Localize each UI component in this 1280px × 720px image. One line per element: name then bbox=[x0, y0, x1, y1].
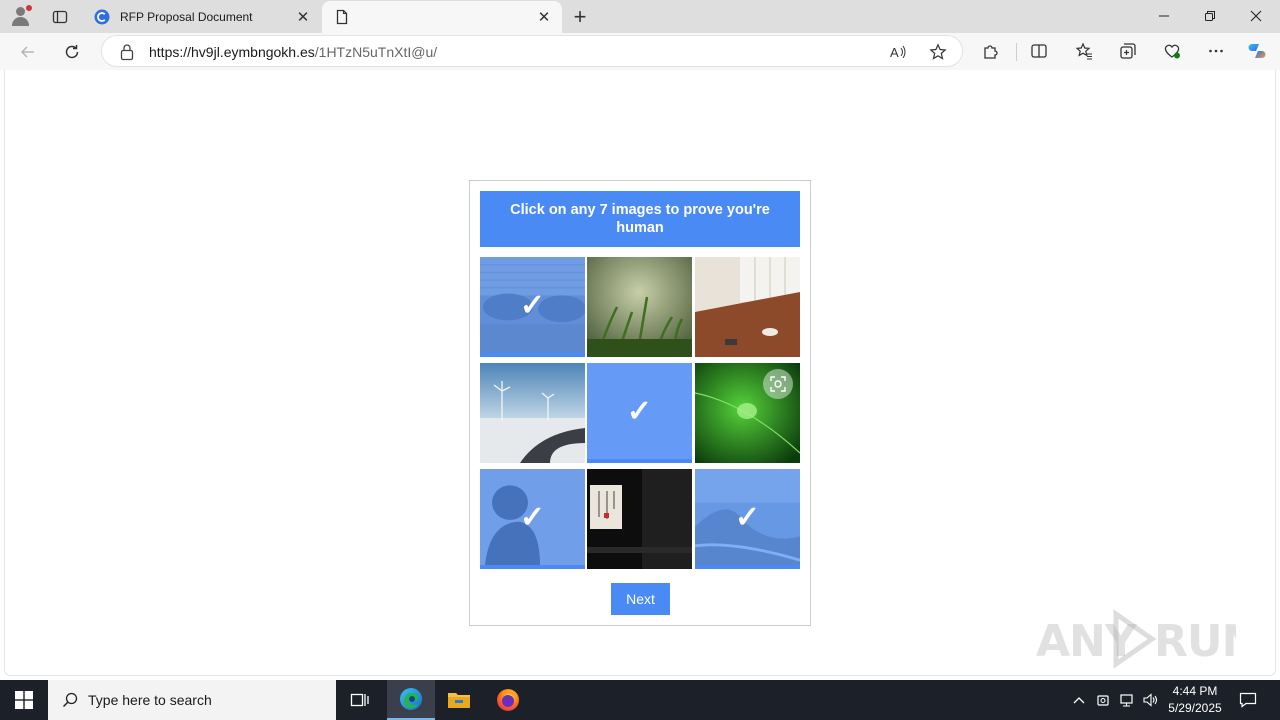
captcha-widget: Click on any 7 images to prove you're hu… bbox=[469, 180, 811, 626]
new-tab-icon[interactable]: + bbox=[568, 4, 592, 29]
tab-actions-icon[interactable] bbox=[47, 6, 73, 28]
next-button[interactable]: Next bbox=[611, 583, 670, 615]
favorites-icon[interactable] bbox=[1072, 39, 1096, 63]
captcha-tile-wind-turbines-road[interactable] bbox=[480, 363, 585, 463]
page-icon bbox=[336, 9, 348, 25]
url-path: /1HTzN5uTnXtI@u/ bbox=[314, 44, 438, 60]
task-view-icon[interactable] bbox=[336, 680, 384, 720]
tab-rfp-proposal[interactable]: RFP Proposal Document ✕ bbox=[84, 1, 321, 33]
close-window-icon[interactable] bbox=[1233, 0, 1279, 32]
more-options-icon[interactable] bbox=[1204, 39, 1228, 63]
close-tab-icon[interactable]: ✕ bbox=[291, 5, 315, 29]
captcha-tile-blank[interactable]: ✓ bbox=[587, 363, 692, 463]
svg-text:RUN: RUN bbox=[1154, 616, 1236, 667]
lock-icon[interactable] bbox=[119, 43, 135, 61]
windows-start-icon[interactable] bbox=[0, 680, 48, 720]
navigation-bar: https://hv9jl.eymbngokh.es/1HTzN5uTnXtI@… bbox=[0, 33, 1280, 70]
captcha-image-grid: ✓ ✓ ✓ ✓ bbox=[480, 257, 801, 573]
favorite-star-icon[interactable] bbox=[928, 42, 948, 62]
check-mark-icon: ✓ bbox=[695, 469, 800, 565]
taskbar-clock[interactable]: 4:44 PM 5/29/2025 bbox=[1160, 683, 1230, 717]
captcha-tile-vintage-cars[interactable]: ✓ bbox=[480, 257, 585, 357]
firefox-icon[interactable] bbox=[484, 680, 532, 720]
copilot-favicon-icon bbox=[94, 9, 110, 25]
check-mark-icon: ✓ bbox=[587, 363, 692, 459]
volume-icon[interactable] bbox=[1140, 680, 1162, 720]
captcha-tile-cafe-table[interactable] bbox=[695, 257, 800, 357]
clock-date: 5/29/2025 bbox=[1168, 701, 1222, 715]
tab-title: RFP Proposal Document bbox=[120, 10, 253, 24]
search-placeholder: Type here to search bbox=[88, 692, 212, 708]
url-text[interactable]: https://hv9jl.eymbngokh.es/1HTzN5uTnXtI@… bbox=[149, 44, 437, 60]
captcha-tile-grass[interactable] bbox=[587, 257, 692, 357]
browser-essentials-icon[interactable] bbox=[1160, 39, 1184, 63]
split-screen-icon[interactable] bbox=[1027, 39, 1051, 63]
title-bar: RFP Proposal Document ✕ ✕ + bbox=[0, 0, 1280, 33]
restore-icon[interactable] bbox=[1187, 0, 1233, 32]
check-mark-icon: ✓ bbox=[480, 469, 585, 565]
minimize-icon[interactable] bbox=[1141, 0, 1187, 32]
close-tab-icon[interactable]: ✕ bbox=[532, 5, 556, 29]
taskbar: Type here to search 4:44 PM 5/29/2025 bbox=[0, 680, 1280, 720]
svg-text:A: A bbox=[890, 45, 899, 60]
captcha-instruction: Click on any 7 images to prove you're hu… bbox=[480, 191, 800, 247]
profile-avatar-icon[interactable] bbox=[9, 5, 33, 27]
refresh-icon[interactable] bbox=[57, 37, 87, 67]
copilot-icon[interactable] bbox=[1245, 39, 1269, 63]
back-arrow-icon[interactable] bbox=[13, 37, 43, 67]
captcha-tile-lantern-dark[interactable] bbox=[587, 469, 692, 569]
meet-now-icon[interactable] bbox=[1092, 680, 1114, 720]
address-bar[interactable]: https://hv9jl.eymbngokh.es/1HTzN5uTnXtI@… bbox=[101, 35, 963, 67]
show-hidden-icons-chevron-icon[interactable] bbox=[1068, 680, 1090, 720]
collections-icon[interactable] bbox=[1116, 39, 1140, 63]
url-domain: https://hv9jl.eymbngokh.es bbox=[149, 44, 315, 60]
check-mark-icon: ✓ bbox=[480, 257, 585, 353]
search-icon bbox=[62, 692, 78, 708]
toolbar-divider bbox=[1016, 43, 1017, 61]
taskbar-search-box[interactable]: Type here to search bbox=[48, 680, 336, 720]
captcha-tile-green-leaf-water-drop[interactable] bbox=[695, 363, 800, 463]
captcha-tile-coastline[interactable]: ✓ bbox=[695, 469, 800, 569]
tab-active-blank[interactable]: ✕ bbox=[322, 1, 562, 33]
anyrun-watermark-logo: ANY RUN bbox=[1036, 606, 1236, 672]
clock-time: 4:44 PM bbox=[1172, 684, 1218, 698]
captcha-tile-person-silhouette[interactable]: ✓ bbox=[480, 469, 585, 569]
notifications-icon[interactable] bbox=[1236, 680, 1260, 720]
network-icon[interactable] bbox=[1116, 680, 1138, 720]
edge-browser-icon[interactable] bbox=[387, 680, 435, 720]
file-explorer-icon[interactable] bbox=[435, 680, 483, 720]
extensions-icon[interactable] bbox=[979, 39, 1003, 63]
visual-search-icon[interactable] bbox=[763, 369, 793, 399]
read-aloud-icon[interactable]: A bbox=[888, 42, 908, 62]
